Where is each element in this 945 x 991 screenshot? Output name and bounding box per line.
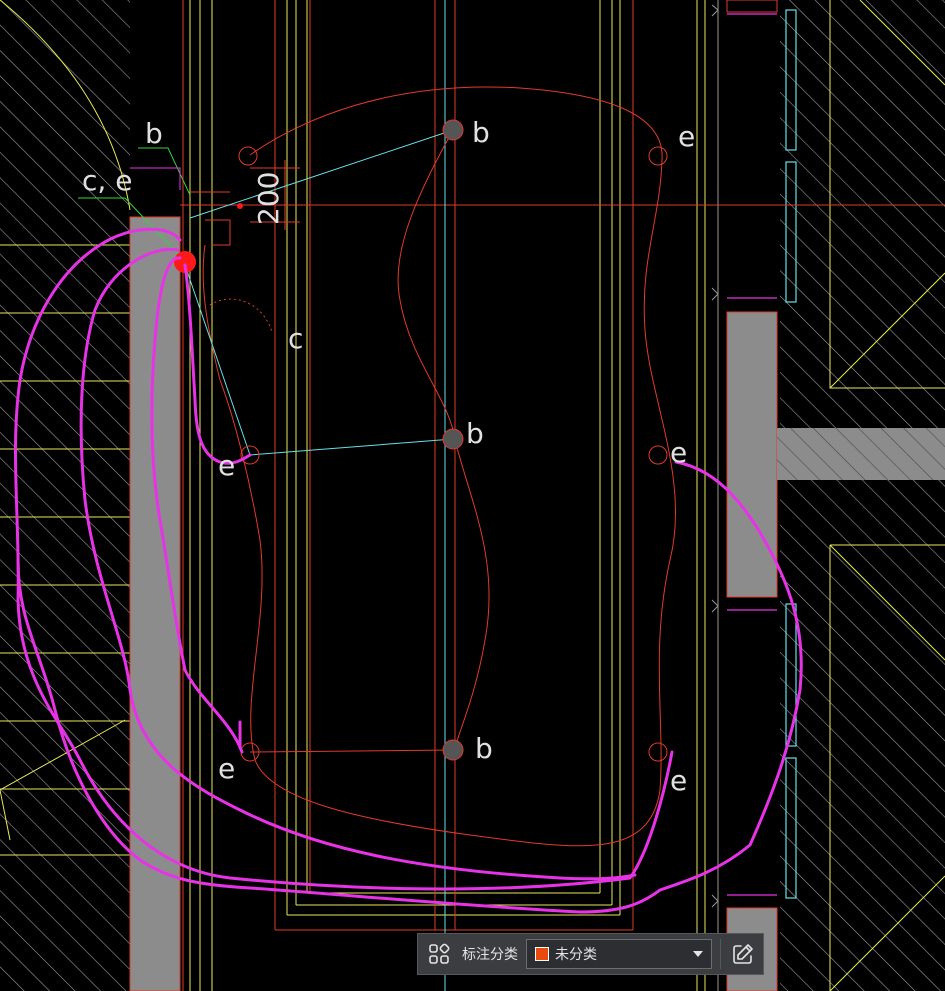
cad-canvas[interactable]: b c, e 200 c b e b e e b e e xyxy=(0,0,945,991)
chevron-down-icon xyxy=(693,951,703,957)
label-e-bottom-left: e xyxy=(218,752,235,785)
label-e-mid-right: e xyxy=(670,436,687,469)
small-red-dot xyxy=(237,203,243,209)
label-dimension: 200 xyxy=(252,172,285,225)
label-b-mid: b xyxy=(466,417,484,450)
edit-icon[interactable] xyxy=(727,939,759,969)
label-e-mid-left: e xyxy=(218,449,235,482)
category-color-swatch xyxy=(535,947,549,961)
annotation-toolbar: 标注分类 未分类 xyxy=(417,933,764,975)
label-ce: c, e xyxy=(82,164,132,197)
label-b-top-left: b xyxy=(145,117,163,150)
label-c-mid: c xyxy=(288,322,303,355)
category-selected-value: 未分类 xyxy=(555,947,597,963)
annotation-category-label: 标注分类 xyxy=(462,947,518,963)
toolbar-divider xyxy=(720,939,721,969)
right-wall-beam xyxy=(777,428,945,480)
right-wall-top xyxy=(726,0,778,13)
grid-icon[interactable] xyxy=(424,939,454,969)
left-hatch-region xyxy=(0,0,130,991)
label-e-top-right: e xyxy=(678,120,695,153)
label-e-bottom-right: e xyxy=(670,764,687,797)
category-select[interactable]: 未分类 xyxy=(526,939,712,969)
right-hatch-region xyxy=(780,0,945,991)
label-b-top: b xyxy=(472,116,490,149)
right-wall-upper xyxy=(726,311,778,598)
label-b-bottom: b xyxy=(475,732,493,765)
